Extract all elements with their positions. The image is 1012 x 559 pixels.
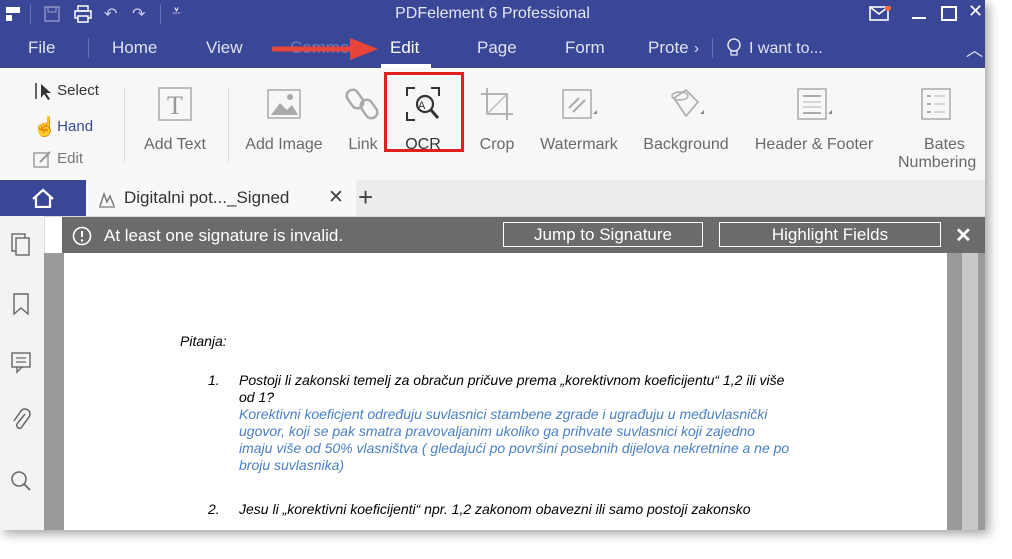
header-footer-icon — [797, 88, 832, 120]
ocr-highlight-box — [384, 72, 464, 152]
select-tool-label: Select — [57, 81, 99, 99]
app-window: ↶ ↷ ⩡ PDFelement 6 Professional ✕ File H… — [0, 0, 985, 530]
menu-home[interactable]: Home — [112, 38, 157, 58]
hand-tool-label: Hand — [57, 117, 94, 135]
highlight-fields-button[interactable]: Highlight Fields — [719, 222, 941, 247]
svg-text:T: T — [167, 91, 183, 120]
link-label: Link — [348, 136, 378, 153]
search-help-input[interactable]: I want to... — [749, 40, 823, 58]
answer-1-line-3: imaju više od 50% vlasništva ( gledajući… — [239, 440, 790, 456]
link-icon — [345, 88, 379, 120]
header-footer-button[interactable]: Header & Footer — [748, 86, 880, 154]
signed-document-icon — [99, 191, 115, 208]
bookmark-icon[interactable] — [10, 292, 32, 316]
edit-ribbon: Select ☝ Hand Edit T Add Text Add Image … — [0, 68, 985, 181]
bates-numbering-button[interactable]: Bates Numbering — [894, 86, 985, 172]
background-button[interactable]: Background — [638, 86, 734, 154]
doc-heading: Pitanja: — [180, 333, 227, 349]
pages-thumbnail-icon[interactable] — [10, 232, 32, 256]
lightbulb-icon — [727, 38, 741, 56]
crop-button[interactable]: Crop — [474, 86, 520, 154]
question-1-line-1: Postoji li zakonski temelj za obračun pr… — [239, 372, 785, 388]
mail-icon[interactable] — [869, 6, 891, 22]
search-icon[interactable] — [10, 470, 32, 492]
add-text-icon: T — [158, 87, 192, 121]
home-icon — [32, 188, 54, 208]
watermark-label: Watermark — [540, 136, 618, 153]
close-window-icon[interactable]: ✕ — [968, 1, 983, 22]
link-button[interactable]: Link — [340, 86, 386, 154]
edit-tool[interactable]: Edit — [33, 149, 83, 169]
hand-icon: ☝ — [33, 117, 57, 138]
menu-protect[interactable]: Prote — [648, 38, 689, 58]
menu-page[interactable]: Page — [477, 38, 517, 58]
paint-bucket-icon — [671, 88, 704, 118]
menu-more-chevron-icon[interactable]: › — [694, 40, 699, 57]
comment-icon[interactable] — [10, 350, 32, 374]
attachment-icon[interactable] — [10, 408, 32, 434]
select-tool[interactable]: Select — [33, 81, 99, 101]
info-icon — [72, 226, 92, 246]
question-2-number: 2. — [208, 501, 220, 517]
header-footer-label: Header & Footer — [754, 136, 874, 153]
hand-tool[interactable]: ☝ Hand — [33, 115, 93, 139]
background-label: Background — [643, 136, 729, 153]
title-bar: ↶ ↷ ⩡ PDFelement 6 Professional ✕ — [0, 0, 985, 28]
vertical-scrollbar[interactable] — [962, 253, 978, 530]
add-image-button[interactable]: Add Image — [239, 86, 329, 154]
new-tab-icon[interactable]: + — [358, 182, 373, 213]
add-text-label: Add Text — [144, 136, 206, 153]
add-text-button[interactable]: T Add Text — [137, 86, 213, 154]
document-tab[interactable]: Digitalni pot..._Signed ✕ — [86, 180, 356, 216]
bates-label-line2: Numbering — [898, 154, 977, 171]
crop-label: Crop — [479, 136, 515, 153]
maximize-icon[interactable] — [941, 6, 957, 21]
close-tab-icon[interactable]: ✕ — [328, 186, 344, 209]
bates-label-line1: Bates — [924, 136, 965, 153]
document-tab-bar: Digitalni pot..._Signed ✕ + — [0, 180, 985, 217]
answer-1-line-1: Korektivni koeficjent određuju suvlasnic… — [239, 406, 768, 422]
question-1-number: 1. — [208, 372, 220, 388]
crop-icon — [481, 88, 513, 120]
minimize-icon[interactable] — [912, 17, 926, 19]
question-1-line-2: od 1? — [239, 389, 275, 405]
menu-view[interactable]: View — [206, 38, 243, 58]
annotation-arrow-icon — [272, 38, 378, 60]
menu-edit[interactable]: Edit — [390, 38, 419, 58]
image-icon — [267, 89, 301, 119]
close-notification-icon[interactable]: ✕ — [955, 223, 972, 248]
window-title: PDFelement 6 Professional — [395, 5, 590, 22]
select-cursor-icon — [35, 83, 51, 100]
notification-message: At least one signature is invalid. — [104, 226, 344, 245]
jump-to-signature-button[interactable]: Jump to Signature — [503, 222, 703, 247]
menu-form[interactable]: Form — [565, 38, 605, 58]
document-page: Pitanja: 1. Postoji li zakonski temelj z… — [64, 253, 947, 530]
watermark-button[interactable]: Watermark — [533, 86, 625, 154]
edit-tool-label: Edit — [57, 149, 84, 167]
menu-file[interactable]: File — [28, 38, 55, 58]
watermark-icon — [562, 89, 597, 119]
answer-1-line-4: broju suvlasnika) — [239, 457, 345, 473]
document-tab-title: Digitalni pot..._Signed — [124, 188, 290, 207]
add-image-label: Add Image — [245, 136, 323, 153]
menu-bar: File Home View Comment Edit Page Form Pr… — [0, 28, 985, 68]
signature-notification-bar: At least one signature is invalid. Jump … — [62, 217, 985, 253]
left-sidebar — [0, 216, 45, 530]
answer-1-line-2: ugovor, koji se pak smatra pravovaljanim… — [239, 423, 755, 439]
home-tab[interactable] — [0, 180, 86, 216]
bates-numbering-icon — [921, 88, 951, 120]
collapse-ribbon-icon[interactable]: ︿ — [966, 36, 983, 61]
question-2-line-1: Jesu li „korektivni koeficijenti“ npr. 1… — [239, 501, 751, 517]
edit-pencil-icon — [33, 151, 51, 168]
